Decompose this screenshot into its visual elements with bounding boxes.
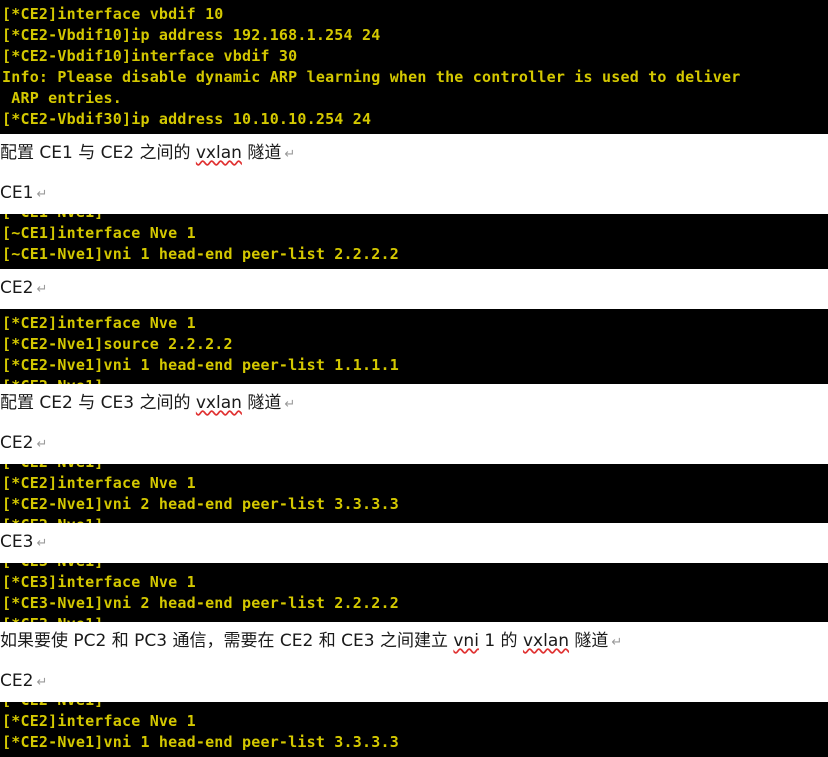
paragraph-mark-icon: ↵ <box>284 397 296 412</box>
text-run: 如果要使 PC2 和 PC3 通信，需要在 CE2 和 CE3 之间建立 <box>0 631 454 651</box>
terminal-block-ce2-vni1-peer3: [*CE2-Nve1][*CE2]interface Nve 1 [*CE2-Nv… <box>0 702 828 757</box>
spellcheck-flagged-word: vni <box>453 631 479 651</box>
terminal-line: [*CE2-Nve1] <box>2 702 828 711</box>
terminal-line: [*CE2-Nve1]source 2.2.2.2 <box>2 335 233 353</box>
terminal-line: [*CE2-Vbdif30]ip address 10.10.10.254 24 <box>2 110 372 128</box>
paragraph-mark-icon: ↵ <box>36 187 48 202</box>
terminal-line: [*CE3-Nve1] <box>2 563 828 572</box>
terminal-line: [*CE2]interface vbdif 10 <box>2 5 224 23</box>
text-run: CE2 <box>0 671 34 691</box>
text-run: CE2 <box>0 433 34 453</box>
terminal-line: [*CE2-Nve1] <box>2 376 828 384</box>
terminal-line: [*CE2-Vbdif10]ip address 192.168.1.254 2… <box>2 26 381 44</box>
terminal-bottom-padding <box>0 265 828 269</box>
terminal-line: [*CE2]interface Nve 1 <box>2 314 196 332</box>
terminal-block-ce2-vbdif: [*CE2]interface vbdif 10 [*CE2-Vbdif10]ip… <box>0 0 828 134</box>
terminal-line: [~CE1-Nve1]vni 1 head-end peer-list 2.2.… <box>2 245 399 263</box>
paragraph-label-ce1: CE1 ↵ <box>0 174 828 214</box>
terminal-output: [*CE2]interface vbdif 10 [*CE2-Vbdif10]ip… <box>0 4 828 130</box>
paragraph-config-ce2-ce3-tunnel: 配置 CE2 与 CE3 之间的 vxlan 隧道 ↵ <box>0 384 828 424</box>
terminal-block-ce2-nve-source: [*CE2]interface Nve 1 [*CE2-Nve1]source 2… <box>0 309 828 384</box>
spellcheck-flagged-word: vxlan <box>195 143 242 163</box>
paragraph-label-ce2-second: CE2 ↵ <box>0 424 828 464</box>
terminal-line: [*CE2-Nve1] <box>2 464 828 473</box>
text-run: 1 的 <box>478 631 523 651</box>
terminal-line: [*CE2-Nve1] <box>2 515 828 523</box>
terminal-output: [*CE2]interface Nve 1 [*CE2-Nve1]source 2… <box>0 313 828 376</box>
document-page: [*CE2]interface vbdif 10 [*CE2-Vbdif10]ip… <box>0 0 828 757</box>
paragraph-mark-icon: ↵ <box>36 282 48 297</box>
terminal-line: [*CE3-Nve1]vni 2 head-end peer-list 2.2.… <box>2 594 399 612</box>
terminal-line: [*CE2-Vbdif10]interface vbdif 30 <box>2 47 298 65</box>
terminal-line: [*CE3]interface Nve 1 <box>2 573 196 591</box>
terminal-line: [~CE1]interface Nve 1 <box>2 224 196 242</box>
paragraph-mark-icon: ↵ <box>611 635 623 650</box>
paragraph-mark-icon: ↵ <box>36 675 48 690</box>
text-run: 配置 CE1 与 CE2 之间的 <box>0 143 196 163</box>
terminal-clipped-row-top: [*CE3-Nve1] <box>0 563 828 572</box>
paragraph-label-ce2-first: CE2 ↵ <box>0 269 828 309</box>
terminal-line: [*CE2-Nve1]vni 1 head-end peer-list 1.1.… <box>2 356 399 374</box>
terminal-line: [*CE2]interface Nve 1 <box>2 474 196 492</box>
terminal-block-ce3-vni2: [*CE3-Nve1][*CE3]interface Nve 1[*CE3-Nv… <box>0 563 828 622</box>
terminal-line: Info: Please disable dynamic ARP learnin… <box>2 68 741 86</box>
spellcheck-flagged-word: vxlan <box>195 393 242 413</box>
terminal-line: [*CE2-Nve1]vni 2 head-end peer-list 3.3.… <box>2 495 399 513</box>
paragraph-label-ce2-third: CE2 ↵ <box>0 662 828 702</box>
terminal-clipped-row-top: [*CE2-Nve1] <box>0 702 828 711</box>
terminal-clipped-row-top: [~CE1-Nve1] <box>0 214 828 223</box>
text-run: CE2 <box>0 278 34 298</box>
terminal-line: [*CE2]interface Nve 1 <box>2 712 196 730</box>
paragraph-mark-icon: ↵ <box>36 536 48 551</box>
paragraph-label-ce3: CE3 ↵ <box>0 523 828 563</box>
text-run: CE3 <box>0 532 34 552</box>
text-run: 配置 CE2 与 CE3 之间的 <box>0 393 196 413</box>
paragraph-mark-icon: ↵ <box>36 437 48 452</box>
paragraph-pc2-pc3-requirement: 如果要使 PC2 和 PC3 通信，需要在 CE2 和 CE3 之间建立 vni… <box>0 622 828 662</box>
spellcheck-flagged-word: vxlan <box>522 631 570 651</box>
terminal-clipped-row-bottom: [*CE2-Nve1] <box>0 376 828 384</box>
terminal-clipped-row-top: [*CE2-Nve1] <box>0 464 828 473</box>
terminal-output: [*CE2]interface Nve 1 [*CE2-Nve1]vni 1 he… <box>0 711 828 753</box>
terminal-line: [*CE3-Nve1] <box>2 614 828 622</box>
text-run: CE1 <box>0 183 34 203</box>
terminal-line: [~CE1-Nve1] <box>2 214 828 223</box>
terminal-block-ce2-vni2: [*CE2-Nve1][*CE2]interface Nve 1[*CE2-Nv… <box>0 464 828 523</box>
paragraph-config-ce1-ce2-tunnel: 配置 CE1 与 CE2 之间的 vxlan 隧道 ↵ <box>0 134 828 174</box>
terminal-output: [*CE3]interface Nve 1 [*CE3-Nve1]vni 2 he… <box>0 572 828 614</box>
text-run: 隧道 <box>241 393 282 413</box>
terminal-clipped-row-bottom: [*CE2-Nve1] <box>0 515 828 523</box>
terminal-bottom-padding <box>0 130 828 134</box>
text-run: 隧道 <box>241 143 282 163</box>
terminal-block-ce1-nve: [~CE1-Nve1][~CE1]interface Nve 1 [~CE1-Nv… <box>0 214 828 269</box>
terminal-line: [*CE2-Nve1]vni 1 head-end peer-list 3.3.… <box>2 733 399 751</box>
terminal-output: [~CE1]interface Nve 1 [~CE1-Nve1]vni 1 he… <box>0 223 828 265</box>
text-run: 隧道 <box>569 631 609 651</box>
terminal-output: [*CE2]interface Nve 1 [*CE2-Nve1]vni 2 he… <box>0 473 828 515</box>
paragraph-mark-icon: ↵ <box>284 147 296 162</box>
terminal-clipped-row-bottom: [*CE3-Nve1] <box>0 614 828 622</box>
terminal-bottom-padding <box>0 753 828 757</box>
terminal-line: ARP entries. <box>2 89 122 107</box>
